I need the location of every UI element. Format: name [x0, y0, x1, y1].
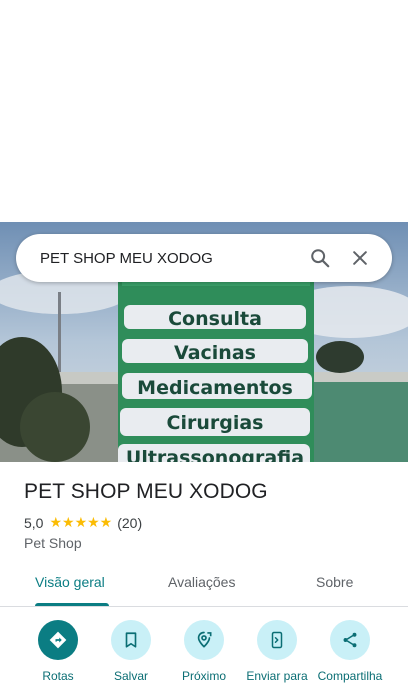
sign-line: Medicamentos — [137, 377, 293, 399]
place-title: PET SHOP MEU XODOG — [24, 480, 268, 503]
save-label: Salvar — [113, 669, 148, 683]
share-button[interactable]: Compartilha — [310, 620, 390, 683]
tab-about[interactable]: Sobre — [316, 574, 353, 590]
place-category[interactable]: Pet Shop — [24, 535, 82, 551]
nearby-label: Próximo — [181, 669, 226, 683]
send-to-phone-button[interactable]: Enviar para — [237, 620, 317, 683]
tab-overview[interactable]: Visão geral — [35, 574, 105, 590]
directions-button[interactable]: Rotas — [18, 620, 98, 683]
review-count[interactable]: (20) — [117, 515, 142, 531]
share-label: Compartilha — [317, 669, 383, 683]
bookmark-icon — [111, 620, 151, 660]
send-to-phone-label: Enviar para — [246, 669, 308, 683]
send-to-phone-icon — [257, 620, 297, 660]
directions-label: Rotas — [42, 669, 74, 683]
sign-line: Consulta — [168, 308, 262, 330]
star-rating-icon: ★★★★★ — [49, 514, 113, 530]
map-blank-area — [0, 0, 408, 222]
action-bar: Rotas Salvar Próximo Enviar para Compart… — [0, 620, 408, 684]
sign-line: Cirurgias — [167, 412, 264, 434]
save-button[interactable]: Salvar — [91, 620, 171, 683]
active-tab-indicator — [35, 603, 109, 606]
tab-bar: Visão geral Avaliações Sobre — [0, 566, 408, 607]
rating-row[interactable]: 5,0 ★★★★★ (20) — [24, 514, 142, 531]
sign-line: Ultrassonografia — [126, 447, 304, 462]
search-bar[interactable]: PET SHOP MEU XODOG — [16, 234, 392, 282]
search-input[interactable]: PET SHOP MEU XODOG — [40, 250, 300, 267]
close-icon[interactable] — [340, 238, 380, 278]
search-icon[interactable] — [300, 238, 340, 278]
sign-line: Vacinas — [174, 342, 256, 364]
directions-icon — [38, 620, 78, 660]
tab-reviews[interactable]: Avaliações — [168, 574, 235, 590]
share-icon — [330, 620, 370, 660]
nearby-button[interactable]: Próximo — [164, 620, 244, 683]
rating-value: 5,0 — [24, 514, 44, 531]
nearby-icon — [184, 620, 224, 660]
